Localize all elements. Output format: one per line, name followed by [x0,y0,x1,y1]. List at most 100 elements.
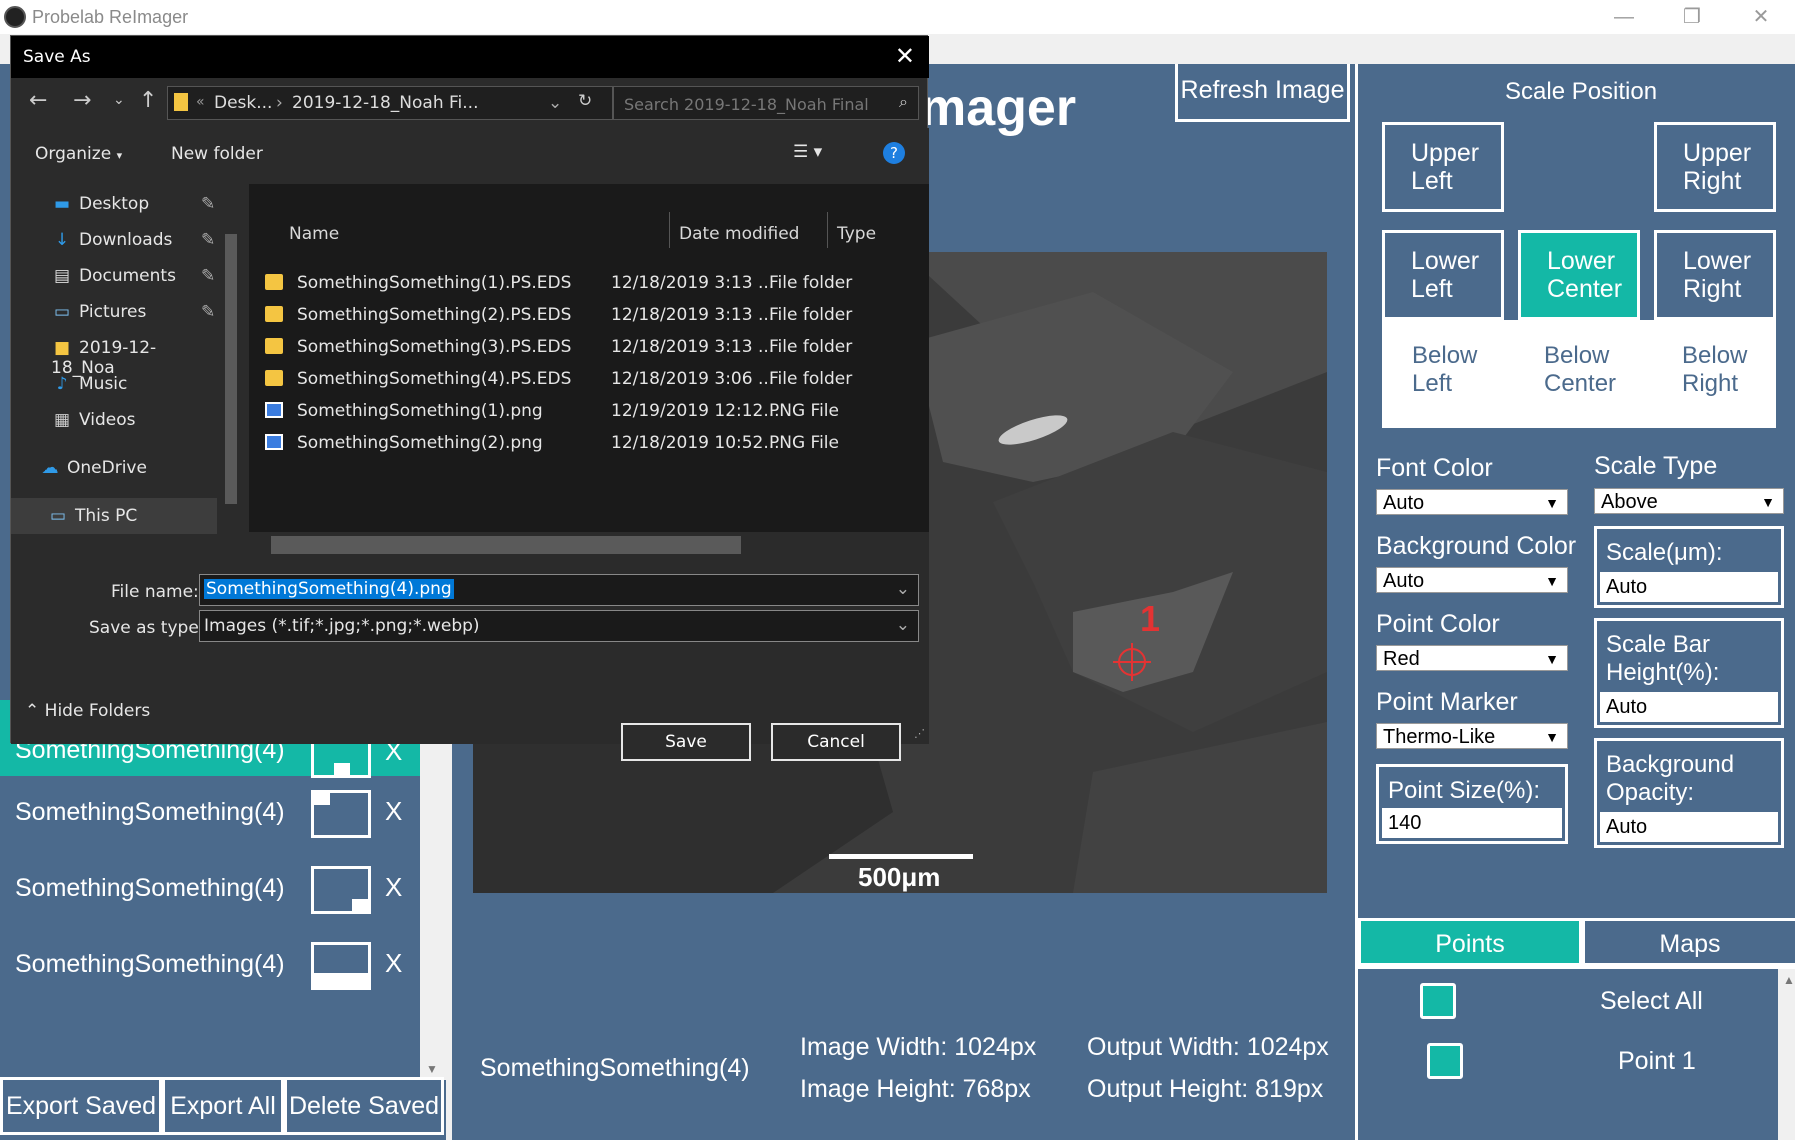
refresh-image-button[interactable]: Refresh Image [1175,64,1350,122]
point-1-checkbox[interactable] [1427,1043,1463,1079]
scale-bar-height-input[interactable]: Auto [1600,692,1778,722]
point-color-select[interactable]: Red ▼ [1376,645,1568,671]
nav-item-pictures[interactable]: ▭ Pictures ✎ [51,302,215,322]
pin-icon[interactable]: ✎ [201,266,215,286]
nav-item-documents[interactable]: ▤ Documents ✎ [51,266,215,286]
nav-item-desktop[interactable]: ▬ Desktop ✎ [51,194,215,214]
below-right-button[interactable]: Below Right [1682,342,1772,398]
position-thumbnail-icon [311,790,371,838]
point-size-input[interactable]: 140 [1382,808,1562,838]
nav-scrollbar-thumb[interactable] [225,234,237,504]
up-arrow-icon[interactable]: ↑ [139,88,157,113]
select-all-checkbox[interactable] [1420,983,1456,1019]
dropdown-arrow-icon[interactable]: ⌄ [896,615,910,635]
pin-icon[interactable]: ✎ [201,194,215,214]
recent-locations-icon[interactable]: ⌄ [113,92,125,108]
folder-icon [265,338,283,354]
lower-left-button[interactable]: Lower Left [1382,230,1504,320]
horizontal-scrollbar-thumb[interactable] [271,536,741,554]
save-button[interactable]: Save [621,723,751,761]
forward-arrow-icon[interactable]: → [73,88,91,113]
scale-type-value: Above [1601,491,1658,513]
pin-icon[interactable]: ✎ [201,230,215,250]
onedrive-icon: ☁ [41,458,59,478]
background-color-select[interactable]: Auto ▼ [1376,567,1568,593]
points-list: Select All Point 1 ▲ [1358,966,1795,1140]
saved-item[interactable]: SomethingSomething(4) X [0,928,420,1004]
file-name: SomethingSomething(1).png [297,401,543,421]
horizontal-scrollbar[interactable] [249,532,929,558]
file-date: 12/18/2019 3:13 ... [611,273,775,293]
file-row[interactable]: SomethingSomething(3).PS.EDS 12/18/2019 3… [249,332,929,364]
dropdown-arrow-icon: ▼ [1545,729,1559,745]
view-options-icon[interactable]: ☰ ▾ [793,142,822,162]
nav-item-current-folder[interactable]: ■ 2019-12-18_Noa [51,338,211,378]
column-date-header[interactable]: Date modified [679,224,799,244]
file-name: SomethingSomething(1).PS.EDS [297,273,572,293]
font-color-select[interactable]: Auto ▼ [1376,489,1568,515]
file-name-label: File name: [111,582,199,602]
background-opacity-input[interactable]: Auto [1600,812,1778,842]
file-name-input[interactable]: SomethingSomething(4).png ⌄ [199,574,919,606]
file-name: SomethingSomething(2).png [297,433,543,453]
search-box[interactable]: Search 2019-12-18_Noah Final ⌕ [613,86,919,120]
file-row[interactable]: SomethingSomething(4).PS.EDS 12/18/2019 3… [249,364,929,396]
below-center-button[interactable]: Below Center [1544,342,1644,398]
delete-saved-button[interactable]: Delete Saved [284,1077,444,1135]
minimize-button[interactable]: — [1590,0,1658,34]
new-folder-button[interactable]: New folder [171,144,263,164]
back-arrow-icon[interactable]: ← [29,88,47,113]
dropdown-arrow-icon[interactable]: ⌄ [896,579,910,599]
nav-item-downloads[interactable]: ↓ Downloads ✎ [51,230,215,250]
resize-grip-icon[interactable]: ⋰ [914,727,925,740]
file-row[interactable]: SomethingSomething(1).PS.EDS 12/18/2019 3… [249,268,929,300]
saved-item[interactable]: SomethingSomething(4) X [0,776,420,852]
hide-folders-toggle[interactable]: ⌃ Hide Folders [25,701,150,721]
saved-item[interactable]: SomethingSomething(4) X [0,852,420,928]
search-icon[interactable]: ⌕ [899,92,908,112]
save-type-select[interactable]: Images (*.tif;*.jpg;*.png;*.webp) ⌄ [199,610,919,642]
nav-item-this-pc[interactable]: ▭ This PC [47,506,137,526]
points-scrollbar[interactable]: ▲ [1778,969,1795,1140]
tab-maps[interactable]: Maps [1582,918,1795,966]
export-saved-button[interactable]: Export Saved [0,1077,162,1135]
address-dropdown-icon[interactable]: ⌄ [548,93,562,113]
breadcrumb-folder[interactable]: 2019-12-18_Noah Fi... [292,93,479,113]
saved-list-scrollbar[interactable]: ▼ [420,700,446,1080]
below-left-button[interactable]: Below Left [1412,342,1512,398]
lower-right-button[interactable]: Lower Right [1654,230,1776,320]
nav-item-music[interactable]: ♪ Music [51,374,128,394]
nav-item-videos[interactable]: ▦ Videos [51,410,136,430]
point-marker-select[interactable]: Thermo-Like ▼ [1376,723,1568,749]
export-all-button[interactable]: Export All [162,1077,284,1135]
nav-scrollbar[interactable] [223,184,239,558]
point-size-label: Point Size(%): [1388,777,1541,804]
position-thumbnail-icon [311,866,371,914]
help-icon[interactable]: ? [883,142,905,164]
remove-saved-button[interactable]: X [385,796,402,827]
address-bar[interactable]: « Desk... › 2019-12-18_Noah Fi... ⌄ ↻ [167,86,613,120]
refresh-icon[interactable]: ↻ [578,91,592,111]
close-window-button[interactable]: ✕ [1727,0,1795,34]
file-row[interactable]: SomethingSomething(2).png 12/18/2019 10:5… [249,428,929,460]
remove-saved-button[interactable]: X [385,872,402,903]
remove-saved-button[interactable]: X [385,948,402,979]
cancel-button[interactable]: Cancel [771,723,901,761]
nav-item-onedrive[interactable]: ☁ OneDrive [39,458,147,478]
upper-right-button[interactable]: Upper Right [1654,122,1776,212]
breadcrumb-desktop[interactable]: Desk... [214,93,272,113]
column-name-header[interactable]: Name [289,224,339,244]
column-type-header[interactable]: Type [837,224,876,244]
scale-um-input[interactable]: Auto [1600,572,1778,602]
upper-left-button[interactable]: Upper Left [1382,122,1504,212]
dialog-close-icon[interactable]: ✕ [895,42,915,70]
file-row[interactable]: SomethingSomething(1).png 12/19/2019 12:1… [249,396,929,428]
file-row[interactable]: SomethingSomething(2).PS.EDS 12/18/2019 3… [249,300,929,332]
lower-center-button[interactable]: Lower Center [1518,230,1640,320]
pin-icon[interactable]: ✎ [201,302,215,322]
organize-button[interactable]: Organize ▾ [35,144,122,164]
desktop-icon: ▬ [53,194,71,214]
maximize-button[interactable]: ❐ [1658,0,1726,34]
tab-points[interactable]: Points [1358,918,1582,966]
scale-type-select[interactable]: Above ▼ [1594,488,1784,514]
